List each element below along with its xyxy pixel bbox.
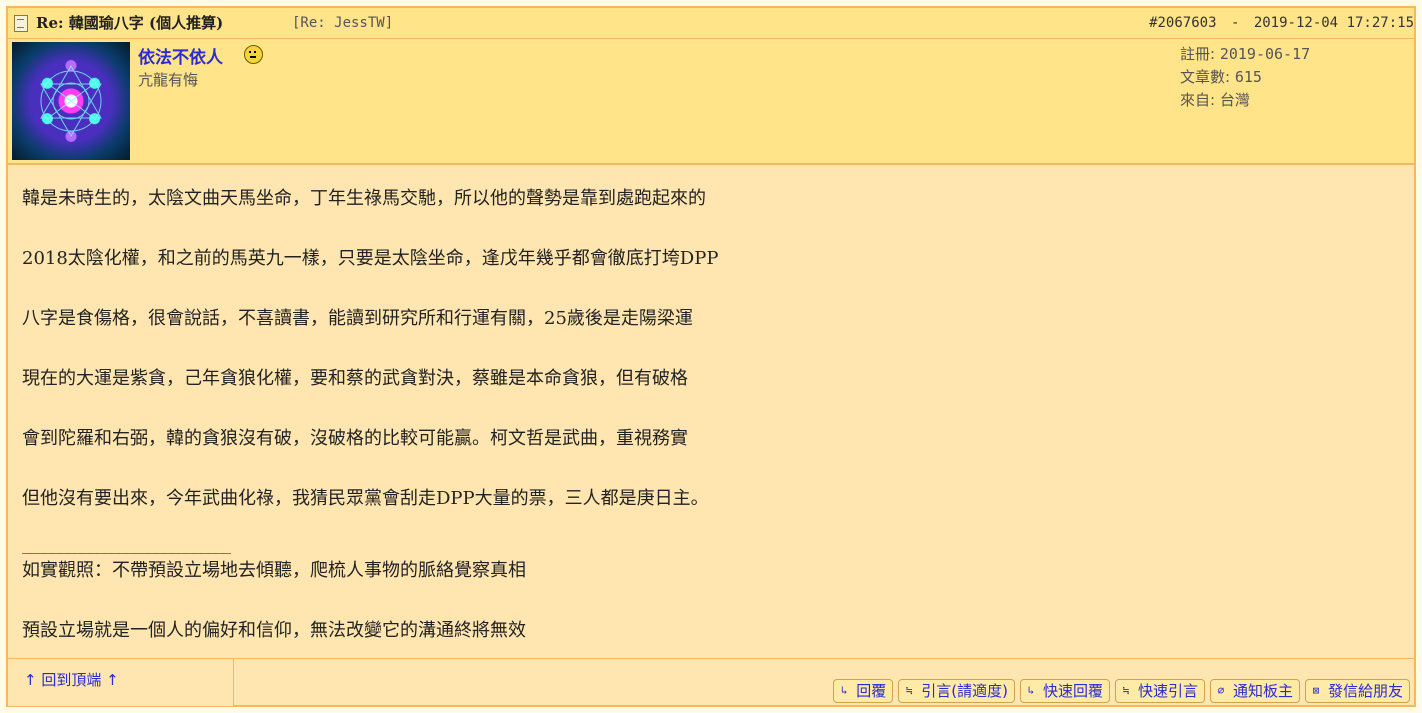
reply-button[interactable]: ↳ 回覆: [833, 679, 894, 703]
document-icon: [14, 15, 28, 32]
reply-icon: ↳: [840, 684, 848, 697]
author-title: 亢龍有悔: [138, 71, 199, 89]
post-time: 17:27:15: [1346, 15, 1414, 31]
quote-button[interactable]: ≒ 引言(請適度): [898, 679, 1015, 703]
body-paragraph: 但他沒有要出來，今年武曲化祿，我猜民眾黨會刮走DPP大量的票，三人都是庚日主。: [22, 488, 709, 509]
body-paragraph: 韓是未時生的，太陰文曲天馬坐命，丁年生祿馬交馳，所以他的聲勢是靠到處跑起來的: [22, 188, 706, 209]
post-meta: #2067603 - 2019-12-04 17:27:15: [1149, 8, 1414, 38]
avatar: [12, 42, 130, 160]
signature-line: 如實觀照：不帶預設立場地去傾聽，爬梳人事物的脈絡覺察真相: [22, 560, 526, 581]
signature-line: 預設立場就是一個人的偏好和信仰，無法改變它的溝通終將無效: [22, 620, 526, 641]
quick-quote-icon: ≒: [1122, 684, 1130, 697]
body-paragraph: 現在的大運是紫貪，己年貪狼化權，要和蔡的武貪對決，蔡雖是本命貪狼，但有破格: [22, 368, 688, 389]
post-title: Re: 韓國瑜八字 (個人推算): [36, 14, 224, 32]
quick-reply-icon: ↳: [1027, 684, 1035, 697]
author-stats: 註冊: 2019-06-17 文章數: 615 來自: 台灣: [1180, 43, 1310, 112]
post-actions: ↳ 回覆 ≒ 引言(請適度) ↳ 快速回覆 ≒ 快速引言 ⌀ 通知板主 ⊠ 發信…: [833, 679, 1410, 703]
stat-post-count: 文章數: 615: [1180, 68, 1262, 86]
stat-location: 來自: 台灣: [1180, 91, 1250, 109]
avatar-mandala-icon: [40, 64, 102, 138]
post-id-link[interactable]: #2067603: [1149, 15, 1216, 31]
meta-separator: -: [1230, 15, 1240, 31]
body-paragraph: 會到陀羅和右弼，韓的貪狼沒有破，沒破格的比較可能贏。柯文哲是武曲，重視務實: [22, 428, 688, 449]
back-to-top-link[interactable]: ↑ 回到頂端 ↑: [8, 659, 234, 706]
author-panel: 依法不依人 亢龍有悔 註冊: 2019-06-17 文章數: 615 來自: 台…: [8, 39, 1414, 165]
smiley-face-icon: [244, 45, 263, 64]
quick-quote-button[interactable]: ≒ 快速引言: [1114, 679, 1205, 703]
author-name-link[interactable]: 依法不依人: [138, 43, 223, 68]
notify-moderator-button[interactable]: ⌀ 通知板主: [1209, 679, 1300, 703]
body-paragraph: 2018太陰化權，和之前的馬英九一樣，只要是太陰坐命，逢戊年幾乎都會徹底打垮DP…: [22, 248, 719, 269]
mail-icon: ⊠: [1312, 684, 1320, 697]
mail-friend-button[interactable]: ⊠ 發信給朋友: [1304, 679, 1410, 703]
reply-to-link[interactable]: [Re: JessTW]: [292, 8, 393, 38]
post-title-bar: Re: 韓國瑜八字 (個人推算) [Re: JessTW] #2067603 -…: [8, 8, 1414, 39]
post-footer: ↑ 回到頂端 ↑ ↳ 回覆 ≒ 引言(請適度) ↳ 快速回覆 ≒ 快速引言 ⌀ …: [8, 658, 1414, 706]
quote-icon: ≒: [905, 684, 913, 697]
forum-post: Re: 韓國瑜八字 (個人推算) [Re: JessTW] #2067603 -…: [6, 6, 1416, 707]
quick-reply-button[interactable]: ↳ 快速回覆: [1019, 679, 1110, 703]
notify-icon: ⌀: [1217, 684, 1225, 697]
body-paragraph: 八字是食傷格，很會說話，不喜讀書，能讀到研究所和行運有關，25歲後是走陽梁運: [22, 308, 693, 329]
post-date: 2019-12-04: [1253, 15, 1339, 31]
stat-registered: 註冊: 2019-06-17: [1180, 45, 1311, 63]
signature-divider: ____________________________: [22, 538, 231, 554]
